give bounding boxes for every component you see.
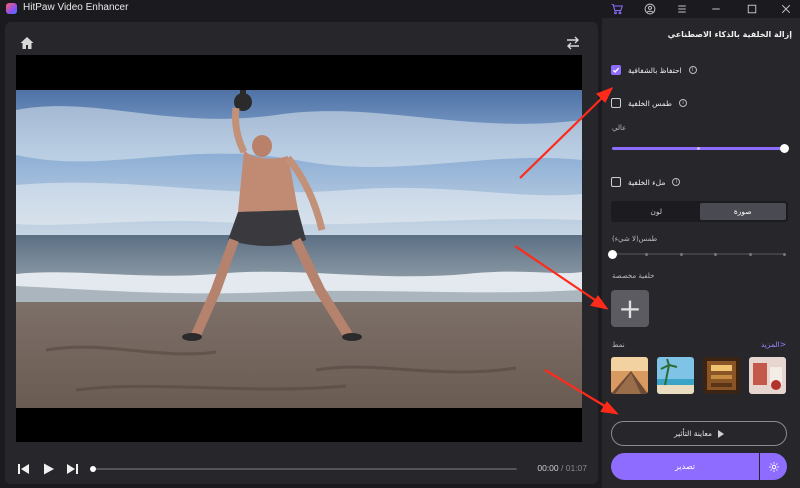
playback-controls: 00:00 / 01:07 [5, 452, 598, 482]
fill-background-row: ملء الخلفية i [611, 175, 681, 189]
home-icon[interactable] [19, 35, 35, 51]
blur-level-label: عالي [612, 124, 627, 132]
fill-background-checkbox[interactable] [611, 177, 621, 187]
panel-title: إزالة الخلفية بالذكاء الاصطناعي [667, 30, 792, 39]
blur-level-handle[interactable] [780, 144, 789, 153]
slider-tick [748, 253, 752, 256]
app-logo-icon [6, 3, 17, 14]
fill-blur-handle[interactable] [608, 250, 617, 259]
slider-tick [645, 253, 649, 256]
total-time: 01:07 [565, 463, 587, 473]
custom-background-label: خلفية مخصصة [612, 272, 655, 280]
background-thumbnail-train-platform[interactable] [611, 357, 648, 394]
style-label: نمط [612, 341, 625, 349]
menu-icon[interactable] [674, 1, 690, 17]
plus-icon: + [618, 291, 642, 325]
time-separator: / [558, 463, 566, 473]
keep-transparent-row: احتفاظ بالشفافية i [611, 63, 697, 77]
keep-transparent-label: احتفاظ بالشفافية [628, 65, 682, 75]
fill-type-tabs: لون صورة [611, 201, 788, 222]
progress-handle[interactable] [90, 466, 96, 472]
more-link[interactable]: المزيد> [761, 340, 786, 349]
info-icon[interactable]: i [672, 178, 681, 186]
next-frame-icon[interactable] [65, 462, 79, 476]
background-thumbnail-festive-room[interactable] [749, 357, 786, 394]
blur-background-row: طمس الخلفية i [611, 96, 688, 110]
slider-tick [697, 147, 700, 150]
fill-background-label: ملء الخلفية [628, 177, 666, 187]
progress-bar[interactable] [90, 466, 517, 472]
gear-icon [768, 461, 779, 472]
background-thumbnail-beach-palms[interactable] [657, 357, 694, 394]
slider-tick [783, 253, 786, 256]
settings-panel: إزالة الخلفية بالذكاء الاصطناعي احتفاظ ب… [602, 18, 800, 488]
close-icon[interactable] [778, 1, 794, 17]
keep-transparent-checkbox[interactable] [611, 65, 621, 75]
video-frame-image [16, 90, 582, 408]
info-icon[interactable]: i [688, 66, 697, 74]
maximize-icon[interactable] [744, 1, 760, 17]
add-background-button[interactable]: + [611, 290, 649, 327]
account-icon[interactable] [642, 1, 658, 17]
blur-none-label: طمس(لا شيء) [612, 235, 658, 243]
video-panel: 00:00 / 01:07 [5, 22, 598, 484]
export-button[interactable]: تصدير [611, 453, 759, 480]
blur-background-label: طمس الخلفية [628, 98, 673, 108]
info-icon[interactable]: i [679, 99, 688, 107]
minimize-icon[interactable] [708, 1, 724, 17]
tab-color[interactable]: لون [613, 203, 700, 220]
play-icon [718, 429, 725, 438]
export-settings-button[interactable] [760, 453, 787, 480]
play-icon[interactable] [41, 462, 55, 476]
video-preview[interactable] [16, 55, 582, 442]
app-title: HitPaw Video Enhancer [23, 2, 129, 13]
blur-level-slider[interactable] [612, 144, 789, 153]
slider-tick [714, 253, 718, 256]
preview-effect-button[interactable]: معاينة التأثير [611, 421, 787, 446]
app-window: HitPaw Video Enhancer 00:00 / 01:07 إزال… [0, 0, 800, 488]
current-time: 00:00 [537, 463, 559, 473]
title-bar: HitPaw Video Enhancer [0, 0, 800, 18]
cart-icon[interactable] [609, 1, 625, 17]
preview-effect-label: معاينة التأثير [673, 429, 713, 438]
blur-background-checkbox[interactable] [611, 98, 621, 108]
fill-blur-slider[interactable] [608, 250, 786, 259]
slider-tick [679, 253, 683, 256]
background-thumbnail-library-interior[interactable] [703, 357, 740, 394]
tab-image[interactable]: صورة [699, 203, 786, 220]
previous-frame-icon[interactable] [17, 462, 31, 476]
compare-swap-icon[interactable] [565, 35, 581, 51]
time-display: 00:00 / 01:07 [537, 463, 587, 473]
